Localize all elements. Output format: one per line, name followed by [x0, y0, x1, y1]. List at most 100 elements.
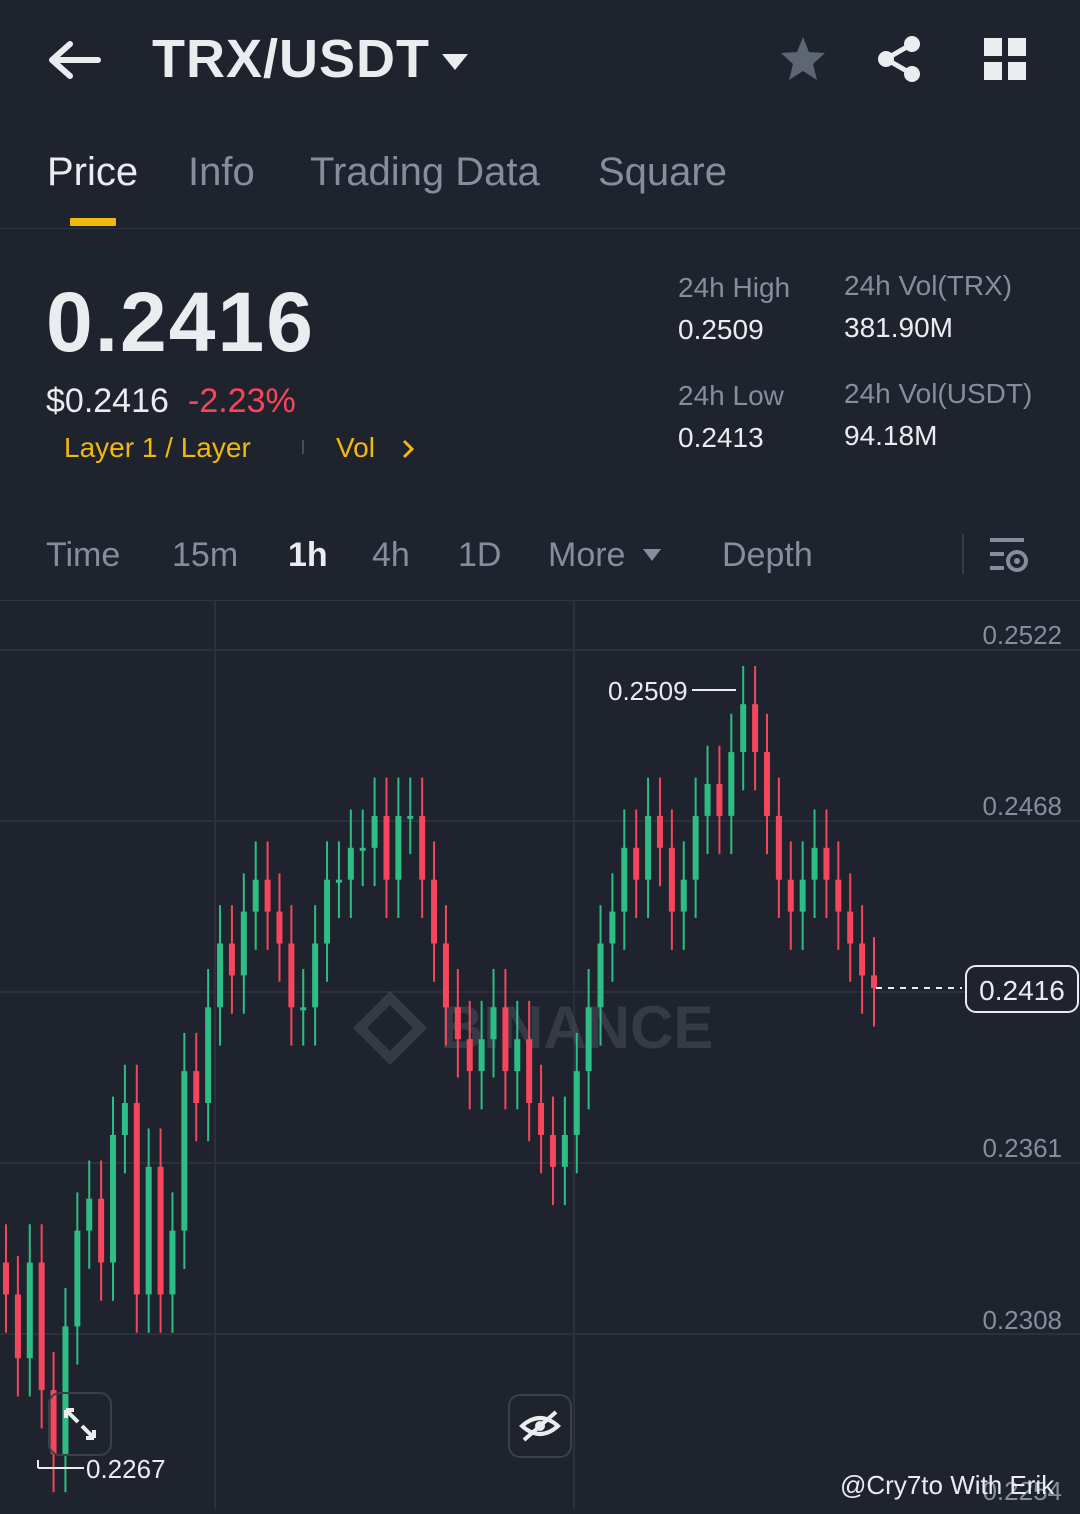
candle-body — [110, 1134, 117, 1263]
candle-body — [692, 815, 699, 880]
star-icon[interactable] — [778, 34, 828, 84]
toggle-visibility-button[interactable] — [508, 1394, 572, 1458]
share-icon[interactable] — [872, 32, 926, 86]
candle-body — [716, 783, 723, 816]
candle-body — [799, 879, 806, 912]
candle-body — [645, 815, 652, 880]
high-marker-label: 0.2509 — [608, 676, 688, 706]
tab-info[interactable]: Info — [188, 150, 255, 195]
tab-trading-data[interactable]: Trading Data — [310, 150, 540, 195]
pair-title[interactable]: TRX/USDT — [152, 28, 430, 90]
interval-depth[interactable]: Depth — [722, 536, 813, 575]
candle-body — [740, 704, 747, 753]
candle-body — [656, 815, 663, 848]
candle-body — [775, 815, 782, 880]
candle-body — [383, 815, 390, 880]
caret-down-icon[interactable] — [642, 548, 662, 562]
candle-body — [145, 1166, 152, 1295]
candle-body — [514, 1039, 521, 1072]
vol-base-value: 381.90M — [844, 312, 953, 343]
y-tick: 0.2522 — [982, 620, 1062, 650]
candle-body — [454, 1007, 461, 1040]
candle-body — [74, 1230, 81, 1327]
candle-body — [193, 1071, 200, 1104]
candle-body — [668, 847, 675, 912]
vol-tag[interactable]: Vol — [336, 432, 375, 464]
candle-body — [680, 879, 687, 912]
interval-divider — [962, 534, 964, 574]
expand-icon — [64, 1408, 96, 1440]
candle-body — [561, 1134, 568, 1167]
low-label: 24h Low — [678, 380, 784, 411]
interval-1h[interactable]: 1h — [288, 536, 328, 575]
candle-body — [597, 943, 604, 1008]
eye-off-icon — [518, 1410, 562, 1442]
candle-body — [300, 1007, 307, 1011]
creator-watermark: @Cry7to With Erik — [840, 1470, 1055, 1500]
candle-body — [14, 1294, 21, 1359]
interval-15m[interactable]: 15m — [172, 536, 238, 575]
candle-body — [133, 1103, 140, 1295]
candle-body — [169, 1230, 176, 1295]
candle-body — [823, 847, 830, 880]
candle-body — [371, 815, 378, 848]
candle-body — [835, 879, 842, 912]
candle-body — [811, 847, 818, 880]
interval-4h[interactable]: 4h — [372, 536, 410, 575]
high-label: 24h High — [678, 272, 791, 303]
candle-body — [288, 943, 295, 1008]
candlestick-chart[interactable]: BINANCE 0.2509 0.2267 0.2522 0.2468 0.23… — [0, 600, 1080, 1509]
fullscreen-button[interactable] — [48, 1392, 112, 1456]
y-tick: 0.2468 — [982, 791, 1062, 821]
candle-body — [228, 943, 235, 976]
last-price: 0.2416 — [46, 275, 315, 369]
candle-body — [502, 1007, 509, 1072]
candle-body — [359, 847, 366, 851]
candle-body — [526, 1039, 533, 1104]
active-tab-indicator — [70, 218, 116, 226]
chart-settings-icon[interactable] — [988, 534, 1030, 574]
candle-body — [431, 879, 438, 944]
tab-square[interactable]: Square — [598, 150, 727, 195]
interval-time[interactable]: Time — [46, 536, 120, 575]
candle-body — [478, 1039, 485, 1072]
arrow-left-icon[interactable] — [48, 36, 104, 84]
candle-body — [205, 1007, 212, 1104]
vol-quote-value: 94.18M — [844, 420, 938, 451]
candle-body — [276, 911, 283, 944]
candle-body — [347, 847, 354, 880]
candle-body — [252, 879, 259, 912]
chevron-right-icon[interactable] — [400, 438, 416, 460]
candle-body — [312, 943, 319, 1008]
candle-body — [38, 1262, 45, 1391]
candle-body — [324, 879, 331, 944]
tab-bar: Price Info Trading Data Square — [0, 140, 1080, 229]
tab-price[interactable]: Price — [47, 150, 138, 195]
interval-more[interactable]: More — [548, 536, 625, 575]
candle-body — [633, 847, 640, 880]
candle-body — [787, 879, 794, 912]
candle-body — [763, 752, 770, 816]
candles-group — [3, 665, 877, 1493]
candle-body — [859, 943, 866, 976]
caret-down-icon[interactable] — [440, 50, 470, 74]
candle-body — [490, 1007, 497, 1040]
candle-body — [98, 1198, 105, 1263]
candle-body — [86, 1198, 93, 1231]
candle-body — [395, 815, 402, 880]
candle-body — [217, 943, 224, 1008]
candle-body — [407, 815, 414, 819]
candle-body — [240, 911, 247, 976]
category-tag[interactable]: Layer 1 / Layer — [64, 432, 251, 464]
candle-body — [847, 911, 854, 944]
grid-icon[interactable] — [982, 36, 1028, 82]
candle-body — [585, 1007, 592, 1072]
candle-body — [466, 1039, 473, 1072]
last-price-tag: 0.2416 — [965, 965, 1079, 1013]
candle-body — [181, 1071, 188, 1231]
candle-body — [573, 1071, 580, 1135]
y-tick: 0.2361 — [982, 1133, 1062, 1163]
candle-body — [609, 911, 616, 944]
price-change-percent: -2.23% — [188, 382, 296, 420]
interval-1d[interactable]: 1D — [458, 536, 501, 575]
